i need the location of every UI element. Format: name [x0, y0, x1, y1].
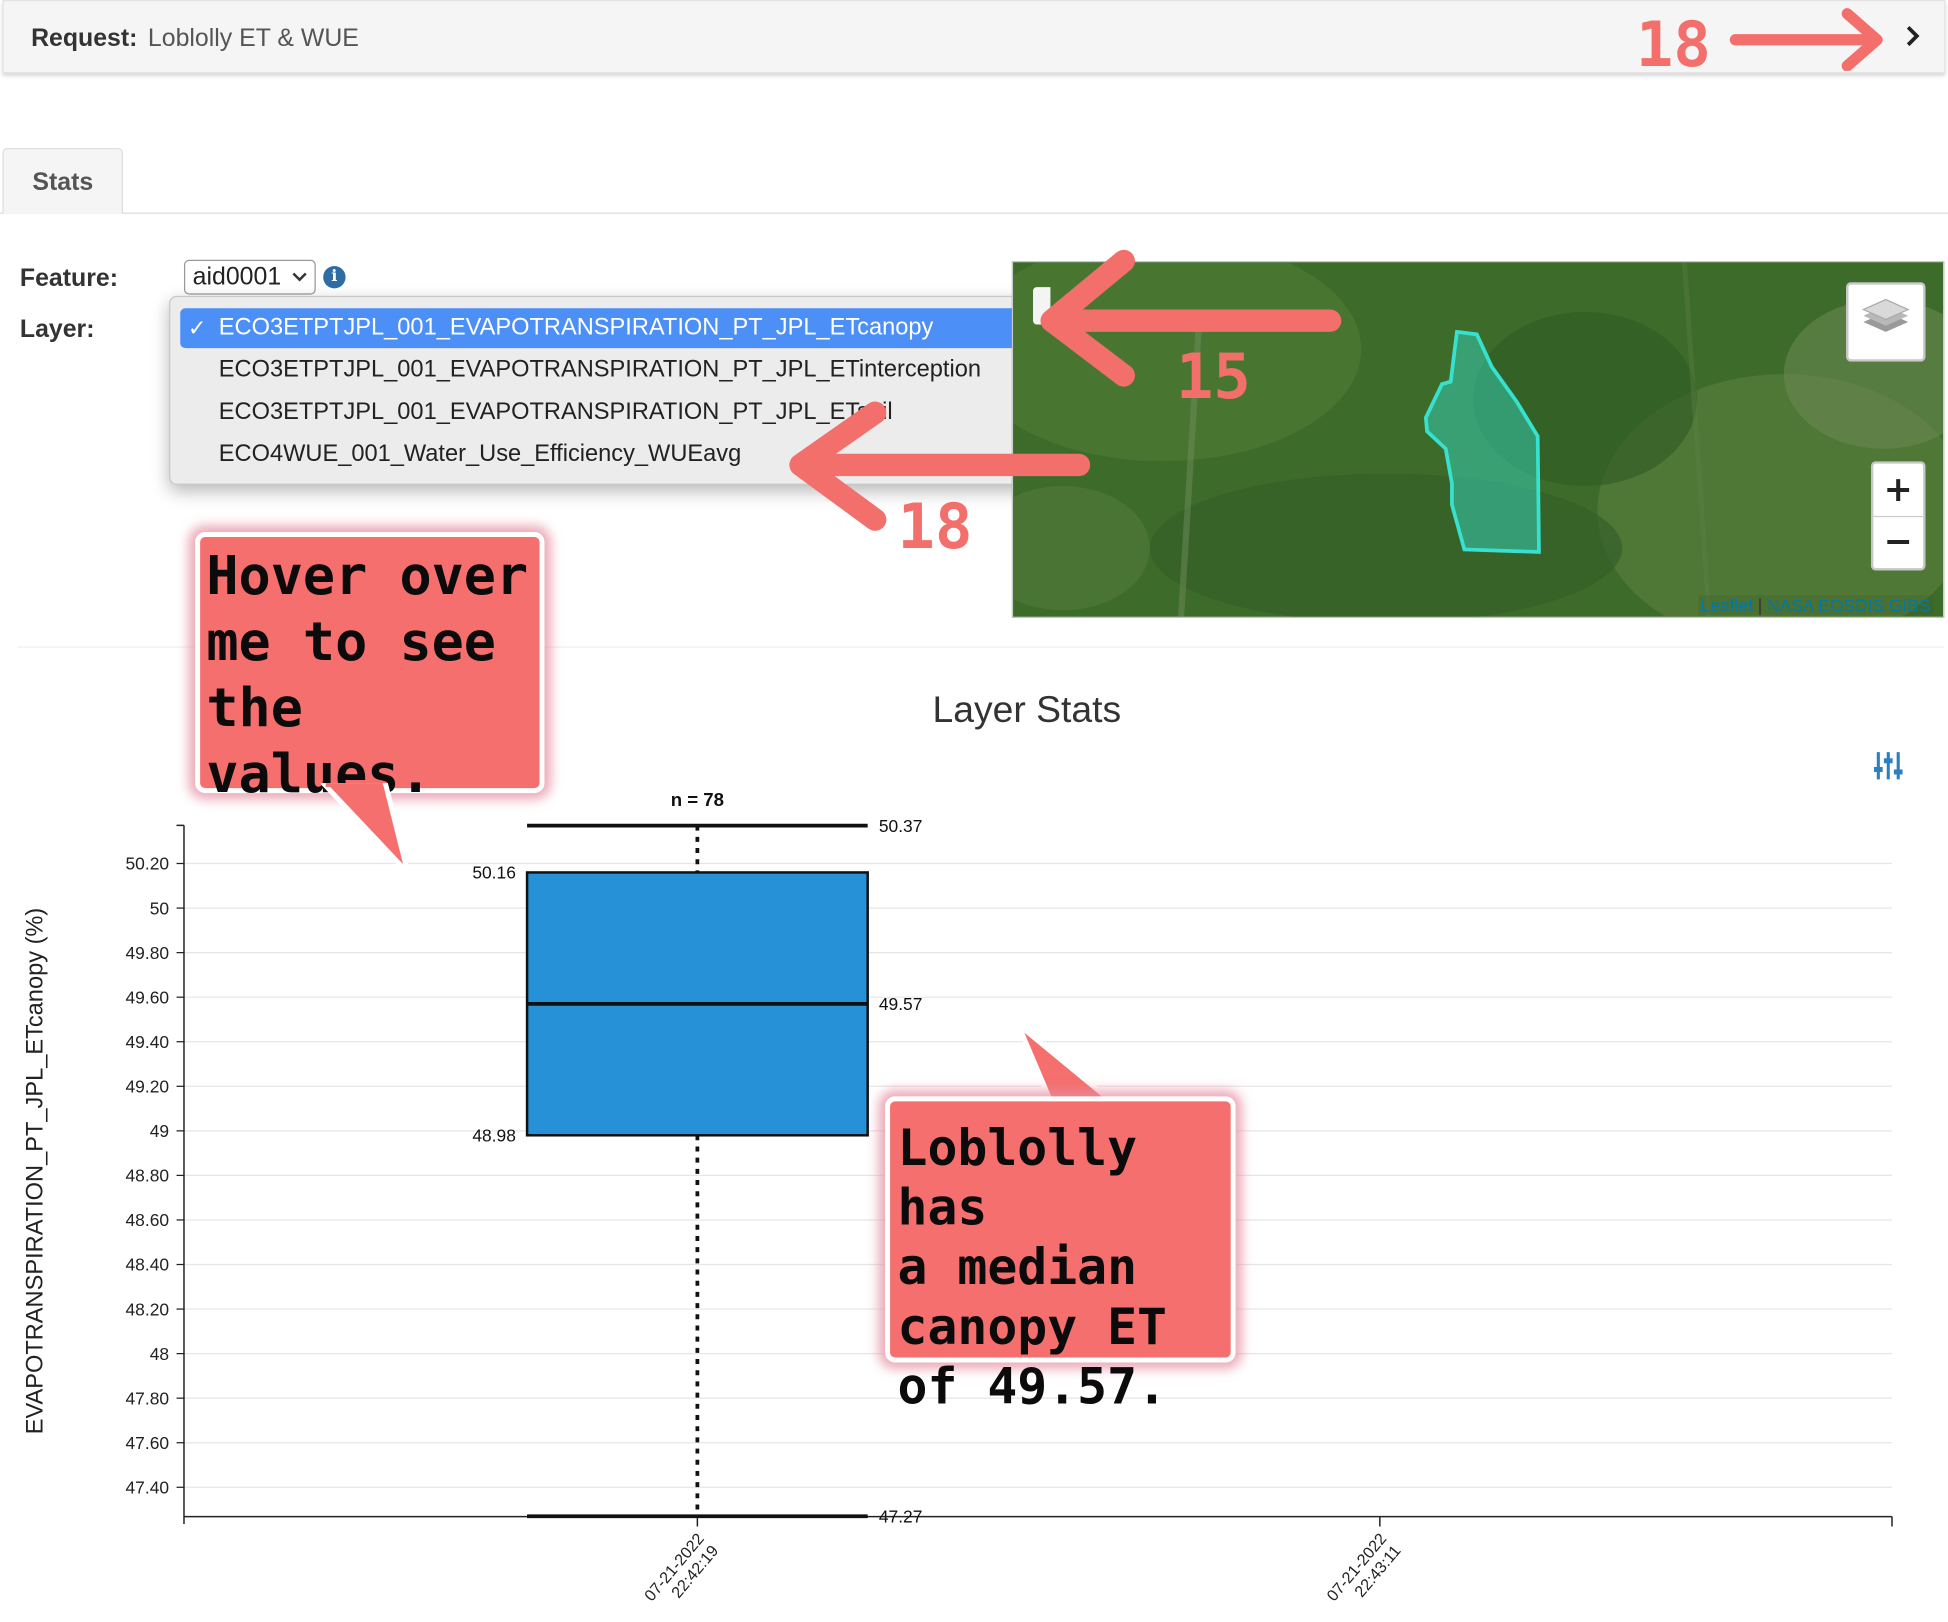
layer-option-etcanopy[interactable]: ✓ ECO3ETPTJPL_001_EVAPOTRANSPIRATION_PT_…: [180, 308, 1021, 349]
y-tick-label: 49.80: [126, 943, 170, 963]
y-tick-label: 50: [150, 898, 169, 918]
q1-value-label: 48.98: [472, 1126, 516, 1146]
y-tick-label: 48.60: [126, 1210, 170, 1230]
y-tick-label: 50.20: [126, 854, 170, 874]
request-name: Loblolly ET & WUE: [147, 24, 359, 53]
layer-option-label: ECO3ETPTJPL_001_EVAPOTRANSPIRATION_PT_JP…: [218, 314, 934, 341]
zoom-in-button[interactable]: +: [1873, 464, 1924, 518]
feature-label: Feature:: [19, 264, 118, 293]
x-tick-label: 07-21-202222:43:11: [1323, 1530, 1404, 1617]
y-tick-label: 48.80: [126, 1166, 170, 1186]
annotation-step-number: 15: [1175, 340, 1251, 413]
min-value-label: 47.27: [879, 1506, 923, 1526]
y-tick-label: 49: [150, 1121, 169, 1141]
callout-median-note: Loblolly has a median canopy ET of 49.57…: [885, 1096, 1236, 1416]
feature-select-value: aid0001: [192, 263, 282, 291]
callout-hover-hint: Hover over me to see the values.: [195, 532, 545, 806]
annotation-arrow-right-icon: [1729, 8, 1883, 71]
layers-icon: [1861, 298, 1910, 332]
chart-settings-icon[interactable]: [1872, 748, 1904, 783]
max-value-label: 50.37: [879, 816, 923, 836]
feature-select[interactable]: aid0001: [183, 259, 316, 295]
zoom-out-button[interactable]: −: [1873, 516, 1923, 568]
y-tick-label: 47.60: [126, 1433, 170, 1453]
box-count-label: n = 78: [671, 789, 724, 810]
checkmark-icon: ✓: [187, 315, 207, 341]
y-tick-label: 48: [150, 1344, 169, 1364]
callout-text: Hover over me to see the values.: [206, 545, 529, 806]
y-tick-label: 48.40: [126, 1255, 170, 1275]
annotation-step-number: 18: [897, 491, 973, 564]
callout-tail: [320, 783, 411, 876]
zoom-control[interactable]: + −: [1870, 461, 1926, 571]
layers-control-button[interactable]: [1846, 282, 1926, 362]
chevron-right-icon[interactable]: [1902, 21, 1924, 51]
layer-option-label: ECO4WUE_001_Water_Use_Efficiency_WUEavg: [218, 441, 742, 468]
attribution-gibs-link[interactable]: NASA EOSDIS GIBS: [1767, 595, 1930, 615]
y-tick-label: 47.80: [126, 1388, 170, 1408]
callout-text: Loblolly has a median canopy ET of 49.57…: [897, 1120, 1167, 1416]
map-attribution: Leaflet | NASA EOSDIS GIBS: [1698, 595, 1934, 616]
attribution-leaflet-link[interactable]: Leaflet: [1701, 595, 1753, 615]
layer-option-label: ECO3ETPTJPL_001_EVAPOTRANSPIRATION_PT_JP…: [218, 356, 982, 383]
y-tick-label: 48.20: [126, 1299, 170, 1319]
y-tick-label: 47.40: [126, 1477, 170, 1497]
median-value-label: 49.57: [879, 994, 923, 1014]
x-tick-label: 07-21-202222:42:19: [641, 1530, 722, 1617]
tab-divider: [0, 212, 1948, 214]
request-label: Request:: [31, 24, 138, 53]
annotation-step-number: 18: [1635, 8, 1711, 81]
y-tick-label: 49.40: [126, 1032, 170, 1052]
y-tick-label: 49.60: [126, 987, 170, 1007]
info-icon[interactable]: i: [323, 266, 346, 289]
chevron-down-icon: [292, 272, 307, 282]
q3-value-label: 50.16: [472, 863, 516, 883]
tab-stats[interactable]: Stats: [2, 147, 124, 214]
y-axis-label: EVAPOTRANSPIRATION_PT_JPL_ETcanopy (%): [22, 908, 48, 1435]
y-tick-label: 49.20: [126, 1077, 170, 1097]
layer-label: Layer:: [19, 315, 95, 344]
layer-option-etinterception[interactable]: ECO3ETPTJPL_001_EVAPOTRANSPIRATION_PT_JP…: [180, 351, 1020, 391]
